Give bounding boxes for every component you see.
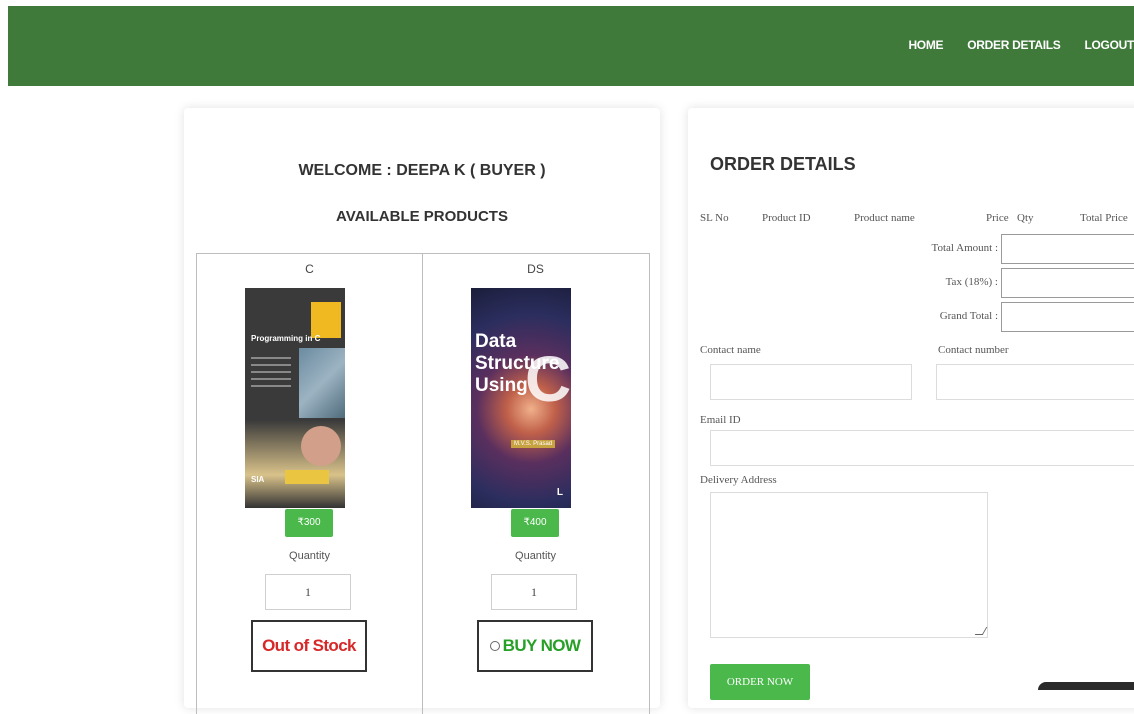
nav-logout[interactable]: LOGOUT [1084,38,1134,52]
cover-author: M.V.S. Prasad [511,440,556,448]
nav-home[interactable]: HOME [908,38,943,52]
tax-label: Tax (18%) : [945,276,998,288]
col-total-price: Total Price [1080,212,1128,224]
delivery-address-label: Delivery Address [700,474,777,486]
quantity-input[interactable]: 1 [491,574,577,610]
col-sl-no: SL No [700,212,729,224]
nav-menu: HOME ORDER DETAILS LOGOUT [908,38,1134,52]
product-card-ds: DS Data Structure Using C M.V.S. Prasad … [423,254,648,714]
book-cover-image: Programming in C SIA [245,288,345,508]
quantity-label: Quantity [515,550,556,562]
corner-overlay [1038,682,1134,690]
grand-total-field[interactable] [1001,302,1134,332]
out-of-stock-button[interactable]: Out of Stock [251,620,367,672]
col-product-name: Product name [854,212,915,224]
product-name: C [305,262,314,276]
book-cover-image: Data Structure Using C M.V.S. Prasad L [471,288,571,508]
email-label: Email ID [700,414,741,426]
product-card-c: C Programming in C SIA ₹300 Quantity 1 O… [197,254,422,714]
price-badge: ₹300 [285,509,333,537]
cover-title: Programming in C [251,334,321,343]
delivery-address-textarea[interactable] [710,492,988,638]
contact-name-label: Contact name [700,344,761,356]
nav-order-details[interactable]: ORDER DETAILS [967,38,1061,52]
cover-publisher: SIA [251,475,265,484]
cover-title-line3: Using [475,375,528,396]
buy-now-button[interactable]: BUY NOW [477,620,593,672]
cover-logo: L [556,487,563,498]
grand-total-label: Grand Total : [939,310,998,322]
contact-number-input[interactable] [936,364,1134,400]
order-now-button[interactable]: ORDER NOW [710,664,810,700]
email-input[interactable] [710,430,1134,466]
resize-handle-icon[interactable] [974,627,988,635]
total-amount-label: Total Amount : [931,242,998,254]
quantity-label: Quantity [289,550,330,562]
product-name: DS [527,262,544,276]
cover-title-line1: Data [475,331,517,352]
col-product-id: Product ID [762,212,811,224]
col-qty: Qty [1017,212,1034,224]
cover-big-letter: C [525,343,571,415]
welcome-heading: WELCOME : DEEPA K ( BUYER ) [298,162,546,179]
order-details-panel: ORDER DETAILS SL No Product ID Product n… [688,108,1134,708]
col-price: Price [986,212,1009,224]
buy-now-label: BUY NOW [502,636,581,655]
price-badge: ₹400 [511,509,559,537]
order-details-title: ORDER DETAILS [710,154,856,174]
tax-field[interactable] [1001,268,1134,298]
contact-name-input[interactable] [710,364,912,400]
radio-icon [489,641,500,651]
top-nav-bar: HOME ORDER DETAILS LOGOUT [8,6,1134,86]
quantity-input[interactable]: 1 [265,574,351,610]
products-table: C Programming in C SIA ₹300 Quantity 1 O… [196,253,650,714]
total-amount-field[interactable] [1001,234,1134,264]
contact-number-label: Contact number [938,344,1009,356]
products-panel: WELCOME : DEEPA K ( BUYER ) AVAILABLE PR… [184,108,660,714]
available-products-heading: AVAILABLE PRODUCTS [336,208,508,225]
